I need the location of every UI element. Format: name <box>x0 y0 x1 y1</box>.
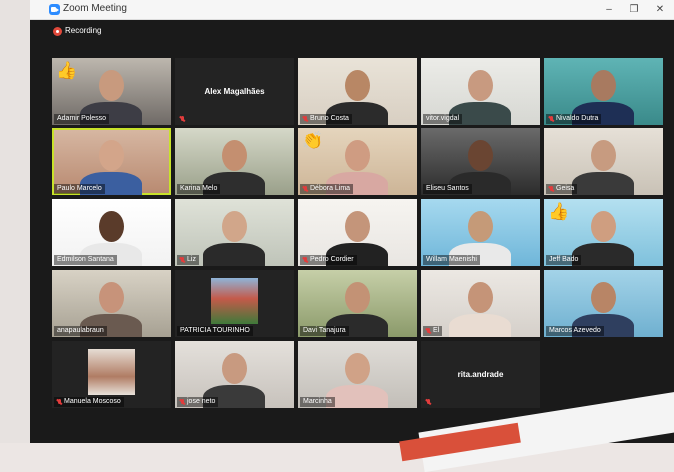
participant-tile[interactable]: Liz <box>175 199 294 266</box>
participant-tile[interactable]: 👏 Débora Lima <box>298 128 417 195</box>
participant-tile[interactable]: Manuela Moscoso <box>52 341 171 408</box>
mic-muted-icon <box>303 116 308 122</box>
participant-name: Liz <box>187 256 196 263</box>
participant-name: Nivaldo Dutra <box>556 115 599 122</box>
participant-tile[interactable]: jose neto <box>175 341 294 408</box>
participant-tile[interactable]: Alex Magalhães <box>175 58 294 125</box>
participant-name: El <box>433 327 440 334</box>
participant-tile[interactable]: Davi Tanajura <box>298 270 417 337</box>
participant-tile[interactable]: Geisa <box>544 128 663 195</box>
participant-name: Davi Tanajura <box>303 327 346 334</box>
mic-muted-icon <box>549 186 554 192</box>
participant-name-label: Liz <box>177 255 199 265</box>
participant-name-label: Pedro Cordier <box>300 255 357 265</box>
participant-display-name: Alex Magalhães <box>204 87 265 96</box>
participant-tile[interactable]: anapaulabraun <box>52 270 171 337</box>
participant-name-label: Débora Lima <box>300 184 354 194</box>
participant-tile[interactable]: Edmilson Santana <box>52 199 171 266</box>
participant-name: Paulo Marcelo <box>57 185 102 192</box>
profile-picture <box>211 278 258 324</box>
zoom-app-icon <box>49 4 60 15</box>
participant-name: Willam Maenishi <box>426 256 477 263</box>
participant-name: anapaulabraun <box>57 327 104 334</box>
participant-name: Bruno Costa <box>310 115 349 122</box>
participant-name: Karina Melo <box>180 185 218 192</box>
mic-muted-icon <box>178 115 187 123</box>
thumbs-up-icon: 👍 <box>548 202 570 221</box>
clapping-hands-icon: 👏 <box>302 131 324 150</box>
minimize-button[interactable]: – <box>597 1 621 18</box>
participant-display-name: rita.andrade <box>457 370 504 379</box>
participant-name: Edmilson Santana <box>57 256 114 263</box>
participant-name-label: Marcinha <box>300 397 335 407</box>
participant-name-label: Edmilson Santana <box>54 255 117 265</box>
participant-tile[interactable]: Pedro Cordier <box>298 199 417 266</box>
participant-name-label: El <box>423 326 443 336</box>
participant-tile[interactable]: Eliseu Santos <box>421 128 540 195</box>
participant-tile[interactable]: Paulo Marcelo <box>52 128 171 195</box>
participant-name-label: anapaulabraun <box>54 326 107 336</box>
participant-tile[interactable]: El <box>421 270 540 337</box>
participant-tile[interactable]: Willam Maenishi <box>421 199 540 266</box>
participant-tile[interactable]: Marcos Azevedo <box>544 270 663 337</box>
participant-tile[interactable]: Nivaldo Dutra <box>544 58 663 125</box>
participant-name-label: Willam Maenishi <box>423 255 480 265</box>
mic-muted-icon <box>303 186 308 192</box>
mic-muted-icon <box>549 116 554 122</box>
mic-muted-icon <box>57 399 62 405</box>
participant-name: Marcinha <box>303 398 332 405</box>
thumbs-up-icon: 👍 <box>56 61 78 80</box>
participant-name-label: Adamir Polesso <box>54 114 110 124</box>
profile-picture <box>88 349 135 395</box>
participant-tile[interactable]: Marcinha <box>298 341 417 408</box>
participant-name: Eliseu Santos <box>426 185 469 192</box>
participant-name: Manuela Moscoso <box>64 398 121 405</box>
mic-muted-icon <box>180 399 185 405</box>
participant-name: PATRICIA TOURINHO <box>180 327 250 334</box>
participant-name: Adamir Polesso <box>57 115 107 122</box>
participant-name: vitor.vigdal <box>426 115 460 122</box>
participant-tile[interactable]: 👍 Jeff Bado <box>544 199 663 266</box>
participant-tile[interactable]: Bruno Costa <box>298 58 417 125</box>
participant-name: jose neto <box>187 398 216 405</box>
participant-tile[interactable]: PATRICIA TOURINHO <box>175 270 294 337</box>
participant-name-label: Eliseu Santos <box>423 184 472 194</box>
participant-name: Pedro Cordier <box>310 256 354 263</box>
participant-name-label: Marcos Azevedo <box>546 326 604 336</box>
participant-name: Jeff Bado <box>549 256 579 263</box>
zoom-window: Zoom Meeting – ❐ ✕ Recording 👍 Adamir Pol… <box>30 0 674 443</box>
participant-name-label: Karina Melo <box>177 184 221 194</box>
participant-tile[interactable]: 👍 Adamir Polesso <box>52 58 171 125</box>
participant-tile[interactable]: rita.andrade <box>421 341 540 408</box>
participant-name-label: Nivaldo Dutra <box>546 114 602 124</box>
participant-name-label: PATRICIA TOURINHO <box>177 326 253 336</box>
participant-tile[interactable]: vitor.vigdal <box>421 58 540 125</box>
participant-name: Geisa <box>556 185 575 192</box>
participant-name: Débora Lima <box>310 185 351 192</box>
mic-muted-icon <box>303 257 308 263</box>
participant-name-label: Bruno Costa <box>300 114 352 124</box>
window-title: Zoom Meeting <box>63 3 127 14</box>
participant-tile[interactable]: Karina Melo <box>175 128 294 195</box>
mic-muted-icon <box>180 257 185 263</box>
title-bar: Zoom Meeting – ❐ ✕ <box>30 0 674 20</box>
participant-name-label: Geisa <box>546 184 578 194</box>
mic-muted-icon <box>426 328 431 334</box>
participant-name-label: Davi Tanajura <box>300 326 349 336</box>
record-icon <box>53 27 62 36</box>
participant-name-label: Paulo Marcelo <box>54 184 105 194</box>
participant-name-label: Manuela Moscoso <box>54 397 124 407</box>
participant-name-label: vitor.vigdal <box>423 114 463 124</box>
background-left-strip <box>0 0 30 443</box>
mic-muted-icon <box>424 398 433 406</box>
close-button[interactable]: ✕ <box>648 1 672 18</box>
participant-name: Marcos Azevedo <box>549 327 601 334</box>
participant-name-label: jose neto <box>177 397 219 407</box>
participant-name-label: Jeff Bado <box>546 255 582 265</box>
recording-label: Recording <box>65 26 102 35</box>
maximize-button[interactable]: ❐ <box>622 1 646 18</box>
